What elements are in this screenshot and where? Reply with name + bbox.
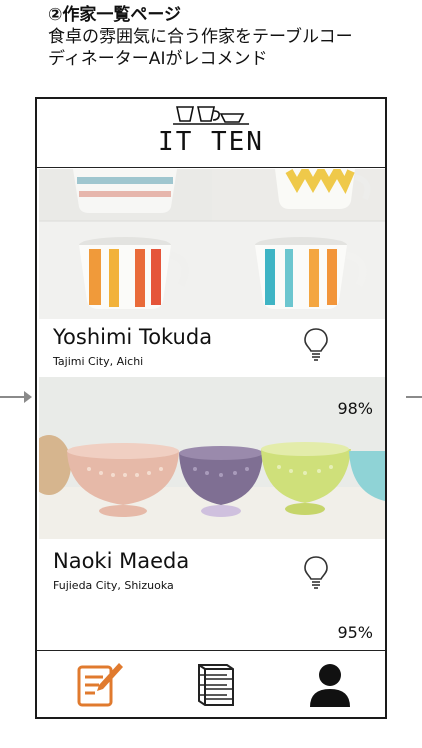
tab-profile[interactable] [305,659,355,709]
artist-city: Fujieda City, Shizuoka [53,579,174,592]
page-caption: ②作家一覧ページ 食卓の雰囲気に合う作家をテーブルコー ディネーターAIがレコメ… [48,4,418,70]
logo-text: IT TEN [158,127,264,157]
user-icon [310,664,350,707]
caption-line-1: 食卓の雰囲気に合う作家をテーブルコー [48,27,353,47]
app-header: IT TEN [37,99,385,168]
tab-shelf[interactable] [189,659,239,709]
artist-name: Yoshimi Tokuda [53,325,213,349]
match-score: 98% [337,399,373,418]
shelf-icon [198,664,234,706]
caption-line-2: ディネーターAIがレコメンド [48,49,268,69]
caption-title: ②作家一覧ページ [48,5,182,25]
edit-note-icon [77,663,123,707]
cups-logo-icon [172,106,249,125]
flow-arrow-out-icon [406,396,422,398]
app-logo[interactable]: IT TEN [158,105,264,157]
match-score: 95% [337,623,373,642]
artist-photo-1 [39,169,385,319]
recommend-bulb-icon[interactable] [303,555,329,589]
artist-name: Naoki Maeda [53,549,190,573]
recommend-bulb-icon[interactable] [303,327,329,361]
artist-photo-2 [39,377,385,539]
phone-screen: IT TEN Yoshimi Tokuda Tajimi City, Aichi… [35,97,387,719]
artist-card-2[interactable]: 98% Naoki Maeda Fujieda City, Shizuoka 9… [39,377,385,647]
tab-edit[interactable] [75,659,125,709]
flow-arrow-in-icon [0,391,32,403]
bottom-tab-bar [37,650,385,717]
artist-card-1[interactable]: Yoshimi Tokuda Tajimi City, Aichi [39,169,385,377]
artist-city: Tajimi City, Aichi [53,355,144,368]
